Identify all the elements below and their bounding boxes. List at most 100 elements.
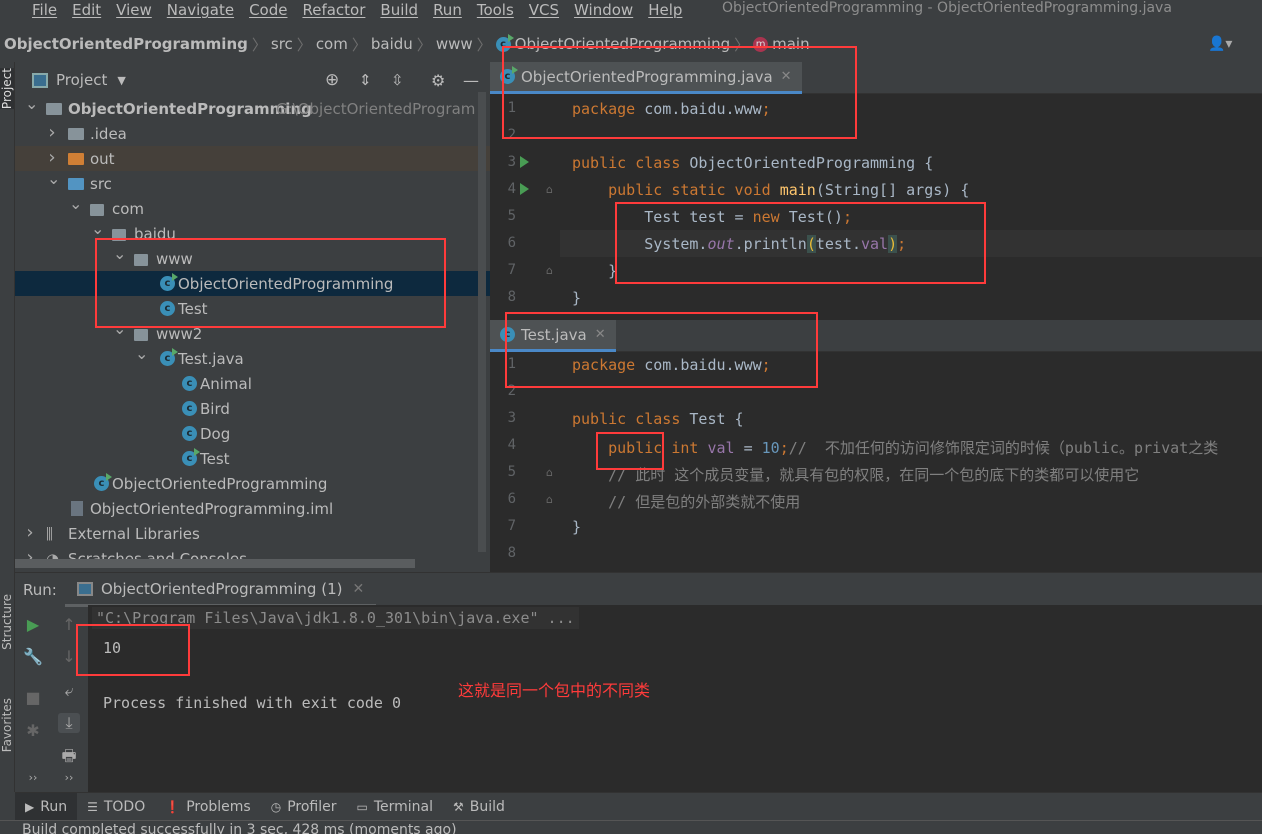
wrench-icon[interactable]: 🔧 [22,647,44,666]
chevron-down-icon[interactable]: ⌄ [47,169,60,188]
menu-run[interactable]: Run [433,1,462,19]
code-line: public class ObjectOrientedProgramming { [572,154,933,172]
minimize-icon[interactable]: — [463,71,479,90]
chevron-down-icon[interactable]: ⌄ [25,94,38,113]
fold-marker-icon[interactable]: ⌂ [546,183,553,196]
tab-objectorientedprogramming-java[interactable]: c ObjectOrientedProgramming.java ✕ [490,62,802,94]
tree-item-label: ObjectOrientedProgramming [112,474,328,493]
tree-item[interactable]: c ObjectOrientedProgramming [15,271,490,296]
code-token: ; [897,235,907,253]
run-gutter-icon[interactable] [520,183,529,195]
tool-run[interactable]: ▶ Run [15,792,78,821]
project-tool-tab[interactable]: Project [0,68,14,110]
fold-marker-icon[interactable]: ⌂ [546,466,553,479]
tool-profiler[interactable]: ◷ Profiler [261,793,347,821]
chevron-down-icon[interactable]: ⌄ [135,344,148,363]
java-file-icon: c [160,348,178,366]
breadcrumb-item[interactable]: src [267,35,297,53]
scroll-to-end-icon[interactable]: ⤓ [58,713,80,733]
tree-item[interactable]: c Animal [15,371,490,396]
menu-view[interactable]: View [116,1,152,19]
run-tab[interactable]: ObjectOrientedProgramming (1) ✕ [65,573,377,607]
menu-edit[interactable]: Edit [72,1,101,19]
horizontal-scrollbar[interactable] [15,559,415,568]
tab-test-java[interactable]: c Test.java ✕ [490,320,616,352]
breadcrumb-item[interactable]: baidu [367,35,417,53]
tool-terminal[interactable]: ▭ Terminal [347,793,444,821]
breadcrumb-item[interactable]: com [312,35,352,53]
tool-todo[interactable]: ☰ TODO [77,793,155,821]
down-arrow-icon[interactable]: ↓ [58,647,80,666]
code-token: Test() [788,208,843,226]
tree-item[interactable]: ⌄ baidu [15,219,490,246]
locate-file-icon[interactable]: ⊕ [325,70,339,90]
stop-icon[interactable]: ■ [22,688,44,707]
fold-marker-icon[interactable]: ⌂ [546,264,553,277]
tree-item[interactable]: › ⫼ External Libraries [15,521,490,546]
tree-item[interactable]: ⌄ c Test.java [15,344,490,371]
chevron-down-icon[interactable]: ⌄ [113,244,126,263]
chevron-right-icon[interactable]: › [47,147,57,168]
breadcrumb-label: ObjectOrientedProgramming [4,35,248,53]
code-pane-bottom[interactable]: 1 package com.baidu.www; 2 3 public class Te… [500,354,1262,572]
console-output[interactable]: "C:\Program Files\Java\jdk1.8.0_301\bin\… [88,605,1262,793]
debug-icon[interactable]: ✱ [22,721,44,740]
tree-item[interactable]: ⌄ www [15,244,490,271]
close-tab-icon[interactable]: ✕ [595,327,606,342]
tree-item[interactable]: c Test [15,296,490,321]
tree-item[interactable]: ⌄ www2 [15,319,490,346]
tree-item[interactable]: › .idea [15,121,490,146]
menu-code[interactable]: Code [249,1,287,19]
menu-window[interactable]: Window [574,1,633,19]
vertical-scrollbar[interactable] [478,92,486,552]
breadcrumb-item[interactable]: www [432,35,477,53]
tree-item[interactable]: c Dog [15,421,490,446]
menu-help[interactable]: Help [648,1,682,19]
chevron-right-icon[interactable]: › [47,122,57,143]
chevron-right-icon[interactable]: › [25,522,35,543]
window-title: ObjectOrientedProgramming - ObjectOrient… [722,0,1172,16]
menu-build[interactable]: Build [380,1,418,19]
menu-file[interactable]: File [32,1,57,19]
chevron-down-icon[interactable]: ⌄ [91,219,104,238]
breadcrumb-item[interactable]: c ObjectOrientedProgramming [492,34,734,53]
chevron-down-icon[interactable]: ⌄ [69,194,82,213]
menu-refactor[interactable]: Refactor [302,1,365,19]
tool-problems[interactable]: ❗ Problems [155,793,260,821]
user-account-icon[interactable]: 👤▾ [1208,36,1232,52]
gear-icon[interactable]: ⚙ [431,71,445,90]
view-dropdown-chevron-icon[interactable]: ▼ [117,74,125,87]
print-icon[interactable]: 🖶 [58,745,80,772]
close-tab-icon[interactable]: ✕ [781,69,792,84]
rerun-icon[interactable]: ▶ [22,615,44,634]
fold-marker-icon[interactable]: ⌂ [546,493,553,506]
menu-vcs[interactable]: VCS [529,1,559,19]
close-run-tab-icon[interactable]: ✕ [352,581,364,597]
tree-item[interactable]: › out [15,146,490,171]
menu-tools[interactable]: Tools [477,1,514,19]
more-icon[interactable]: ›› [22,771,44,784]
up-arrow-icon[interactable]: ↑ [58,615,80,634]
class-run-icon: c [94,473,112,491]
tree-item[interactable]: c Bird [15,396,490,421]
tree-item[interactable]: ⌄ ObjectOrientedProgramming G:\ObjectOrien… [15,94,490,121]
favorites-tool-tab[interactable]: Favorites [0,698,14,752]
breadcrumb-item[interactable]: ObjectOrientedProgramming [0,35,252,53]
breadcrumb-item[interactable]: m main [749,35,813,53]
expand-all-icon[interactable]: ⇕ [359,71,372,89]
more-icon[interactable]: ›› [58,771,80,784]
tree-item[interactable]: ⌄ com [15,194,490,221]
soft-wrap-icon[interactable]: ⤶ [58,681,80,701]
chevron-down-icon[interactable]: ⌄ [113,319,126,338]
run-gutter-icon[interactable] [520,156,529,168]
tool-build[interactable]: ⚒ Build [443,793,515,821]
chevron-right-icon: 〉 [296,35,312,54]
structure-tool-tab[interactable]: Structure [0,594,14,650]
collapse-all-icon[interactable]: ⇳ [391,71,404,89]
tree-item[interactable]: c Test [15,446,490,471]
menu-navigate[interactable]: Navigate [167,1,234,19]
tree-item[interactable]: ObjectOrientedProgramming.iml [15,496,490,521]
tree-item[interactable]: ⌄ src [15,169,490,196]
tree-item[interactable]: c ObjectOrientedProgramming [15,471,490,496]
code-pane-top[interactable]: 1 package com.baidu.www; 2 3 public class Ob… [500,98,1262,318]
